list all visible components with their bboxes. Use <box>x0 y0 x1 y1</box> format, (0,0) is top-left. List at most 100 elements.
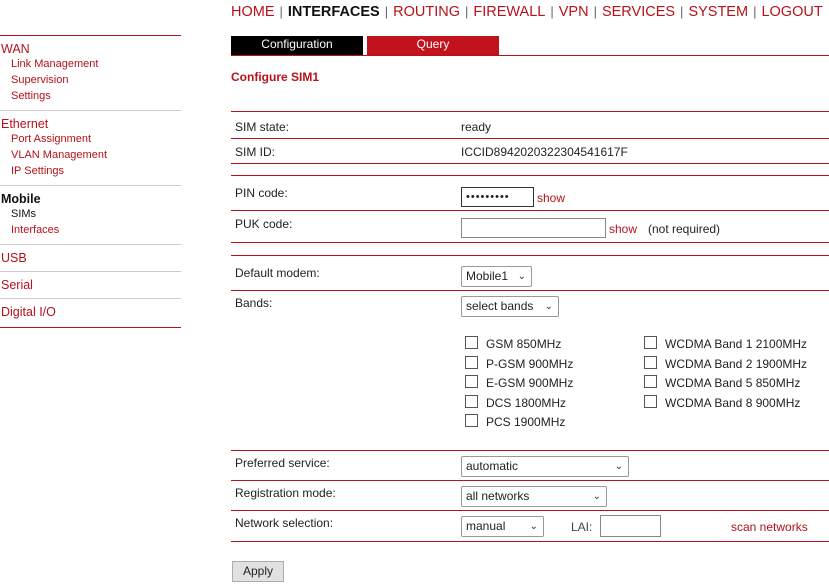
nav-separator: | <box>753 4 757 19</box>
default-modem-label: Default modem: <box>235 266 320 280</box>
checkbox-icon <box>644 375 657 388</box>
band-label: WCDMA Band 1 2100MHz <box>665 337 808 351</box>
row-divider <box>231 290 829 291</box>
chevron-down-icon: ⌄ <box>529 521 538 532</box>
top-navigation: HOME | INTERFACES | ROUTING | FIREWALL | VPN | SER… <box>231 4 823 20</box>
sim-id-label: SIM ID: <box>235 145 276 159</box>
preferred-service-label: Preferred service: <box>235 456 330 470</box>
sidebar-group-usb[interactable]: USB <box>0 251 181 265</box>
bands-label: Bands: <box>235 296 273 310</box>
sidebar-item-port-assignment[interactable]: Port Assignment <box>0 131 181 147</box>
sim-state-value: ready <box>461 120 492 134</box>
sidebar-group-serial[interactable]: Serial <box>0 278 181 292</box>
checkbox-icon <box>465 336 478 349</box>
preferred-service-select[interactable]: automatic ⌄ <box>461 456 629 477</box>
row-divider <box>231 163 829 164</box>
apply-button[interactable]: Apply <box>232 561 284 582</box>
checkbox-icon <box>465 375 478 388</box>
band-checkbox[interactable]: WCDMA Band 8 900MHz <box>644 395 800 410</box>
row-divider <box>231 450 829 451</box>
sidebar-item-settings[interactable]: Settings <box>0 88 181 104</box>
bands-value: select bands <box>466 299 534 313</box>
sidebar-group-ethernet[interactable]: Ethernet <box>0 117 181 131</box>
nav-routing[interactable]: ROUTING <box>393 4 460 20</box>
pin-code-label: PIN code: <box>235 186 288 200</box>
puk-code-input[interactable] <box>461 218 606 238</box>
band-label: DCS 1800MHz <box>486 396 567 410</box>
nav-separator: | <box>550 4 554 19</box>
network-selection-label: Network selection: <box>235 516 334 530</box>
lai-input[interactable] <box>600 515 661 537</box>
band-label: WCDMA Band 5 850MHz <box>665 376 801 390</box>
nav-services[interactable]: SERVICES <box>602 4 675 20</box>
nav-logout[interactable]: LOGOUT <box>761 4 822 20</box>
checkbox-icon <box>465 395 478 408</box>
registration-mode-label: Registration mode: <box>235 486 336 500</box>
chevron-down-icon: ⌄ <box>544 301 553 312</box>
puk-code-label: PUK code: <box>235 217 293 231</box>
sidebar-item-vlan-management[interactable]: VLAN Management <box>0 147 181 163</box>
band-checkbox[interactable]: P-GSM 900MHz <box>465 356 573 371</box>
band-label: PCS 1900MHz <box>486 415 566 429</box>
nav-separator: | <box>384 4 389 19</box>
band-checkbox[interactable]: WCDMA Band 5 850MHz <box>644 375 800 390</box>
band-label: WCDMA Band 2 1900MHz <box>665 357 808 371</box>
network-selection-value: manual <box>466 519 506 533</box>
puk-show-link[interactable]: show <box>609 222 637 236</box>
band-checkbox[interactable]: WCDMA Band 2 1900MHz <box>644 356 807 371</box>
band-checkbox[interactable]: E-GSM 900MHz <box>465 375 573 390</box>
sidebar-item-link-management[interactable]: Link Management <box>0 56 181 72</box>
row-divider <box>231 111 829 112</box>
band-checkbox[interactable]: PCS 1900MHz <box>465 414 565 429</box>
registration-mode-value: all networks <box>466 489 530 503</box>
sidebar: WAN Link Management Supervision Settings… <box>0 35 181 328</box>
bands-select[interactable]: select bands ⌄ <box>461 296 559 317</box>
band-label: GSM 850MHz <box>486 337 562 351</box>
chevron-down-icon: ⌄ <box>517 271 526 282</box>
sidebar-group-wan[interactable]: WAN <box>0 42 181 56</box>
checkbox-icon <box>465 414 478 427</box>
tab-configuration[interactable]: Configuration <box>231 36 363 55</box>
row-divider <box>231 255 829 256</box>
chevron-down-icon: ⌄ <box>614 461 623 472</box>
nav-vpn[interactable]: VPN <box>559 4 589 20</box>
default-modem-select[interactable]: Mobile1 ⌄ <box>461 266 532 287</box>
band-checkbox[interactable]: WCDMA Band 1 2100MHz <box>644 336 807 351</box>
sidebar-group-mobile[interactable]: Mobile <box>0 192 181 206</box>
pin-show-link[interactable]: show <box>537 191 565 205</box>
scan-networks-link[interactable]: scan networks <box>731 520 808 534</box>
sidebar-item-sims[interactable]: SIMs <box>0 206 181 222</box>
nav-home[interactable]: HOME <box>231 4 275 20</box>
checkbox-icon <box>644 336 657 349</box>
network-selection-select[interactable]: manual ⌄ <box>461 516 544 537</box>
row-divider <box>231 210 829 211</box>
nav-firewall[interactable]: FIREWALL <box>473 4 545 20</box>
sidebar-item-supervision[interactable]: Supervision <box>0 72 181 88</box>
sim-id-value: ICCID8942020322304541617F <box>461 145 628 159</box>
puk-note: (not required) <box>648 222 721 236</box>
sidebar-item-interfaces[interactable]: Interfaces <box>0 222 181 238</box>
row-divider <box>231 510 829 511</box>
nav-system[interactable]: SYSTEM <box>688 4 748 20</box>
nav-separator: | <box>593 4 597 19</box>
sidebar-item-ip-settings[interactable]: IP Settings <box>0 163 181 179</box>
chevron-down-icon: ⌄ <box>592 491 601 502</box>
tab-underline <box>231 55 829 56</box>
preferred-service-value: automatic <box>466 459 519 473</box>
tab-query[interactable]: Query <box>367 36 499 55</box>
band-checkbox[interactable]: GSM 850MHz <box>465 336 561 351</box>
page-title: Configure SIM1 <box>231 70 320 84</box>
band-label: P-GSM 900MHz <box>486 357 574 371</box>
band-checkbox[interactable]: DCS 1800MHz <box>465 395 566 410</box>
pin-code-input[interactable]: ••••••••• <box>461 187 534 207</box>
checkbox-icon <box>465 356 478 369</box>
nav-interfaces[interactable]: INTERFACES <box>288 4 380 20</box>
checkbox-icon <box>644 395 657 408</box>
default-modem-value: Mobile1 <box>466 269 509 283</box>
nav-separator: | <box>279 4 283 19</box>
lai-label: LAI: <box>571 520 593 534</box>
sidebar-group-digital-io[interactable]: Digital I/O <box>0 305 181 319</box>
band-label: WCDMA Band 8 900MHz <box>665 396 801 410</box>
nav-separator: | <box>464 4 469 19</box>
registration-mode-select[interactable]: all networks ⌄ <box>461 486 607 507</box>
